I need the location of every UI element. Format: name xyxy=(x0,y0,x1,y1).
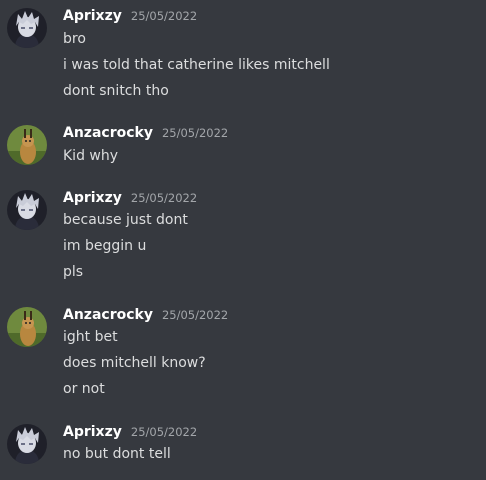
timestamp: 25/05/2022 xyxy=(130,425,198,439)
message-header: Aprixzy 25/05/2022 xyxy=(63,190,197,210)
username[interactable]: Anzacrocky xyxy=(63,125,153,141)
message-header: Aprixzy 25/05/2022 xyxy=(63,424,197,444)
message-text: ight bet xyxy=(63,329,118,345)
message-text: or not xyxy=(63,381,105,397)
message-text: Kid why xyxy=(63,148,119,164)
avatar[interactable] xyxy=(7,190,47,230)
avatar[interactable] xyxy=(7,8,47,48)
avatar[interactable] xyxy=(7,125,47,165)
username[interactable]: Aprixzy xyxy=(63,190,122,206)
timestamp: 25/05/2022 xyxy=(130,9,198,23)
message-text: i was told that catherine likes mitchell xyxy=(63,57,330,73)
message-header: Anzacrocky 25/05/2022 xyxy=(63,307,228,327)
username[interactable]: Anzacrocky xyxy=(63,307,153,323)
username[interactable]: Aprixzy xyxy=(63,8,122,24)
timestamp: 25/05/2022 xyxy=(130,191,198,205)
message-header: Aprixzy 25/05/2022 xyxy=(63,8,197,28)
username[interactable]: Aprixzy xyxy=(63,424,122,440)
message-text: pls xyxy=(63,264,84,280)
timestamp: 25/05/2022 xyxy=(161,308,229,322)
message-header: Anzacrocky 25/05/2022 xyxy=(63,125,228,145)
timestamp: 25/05/2022 xyxy=(161,126,229,140)
avatar[interactable] xyxy=(7,424,47,464)
avatar[interactable] xyxy=(7,307,47,347)
message-text: im beggin u xyxy=(63,238,147,254)
message-text: bro xyxy=(63,31,86,47)
message-text: does mitchell know? xyxy=(63,355,206,371)
message-text: no but dont tell xyxy=(63,446,171,462)
message-text: dont snitch tho xyxy=(63,83,169,99)
message-text: because just dont xyxy=(63,212,188,228)
